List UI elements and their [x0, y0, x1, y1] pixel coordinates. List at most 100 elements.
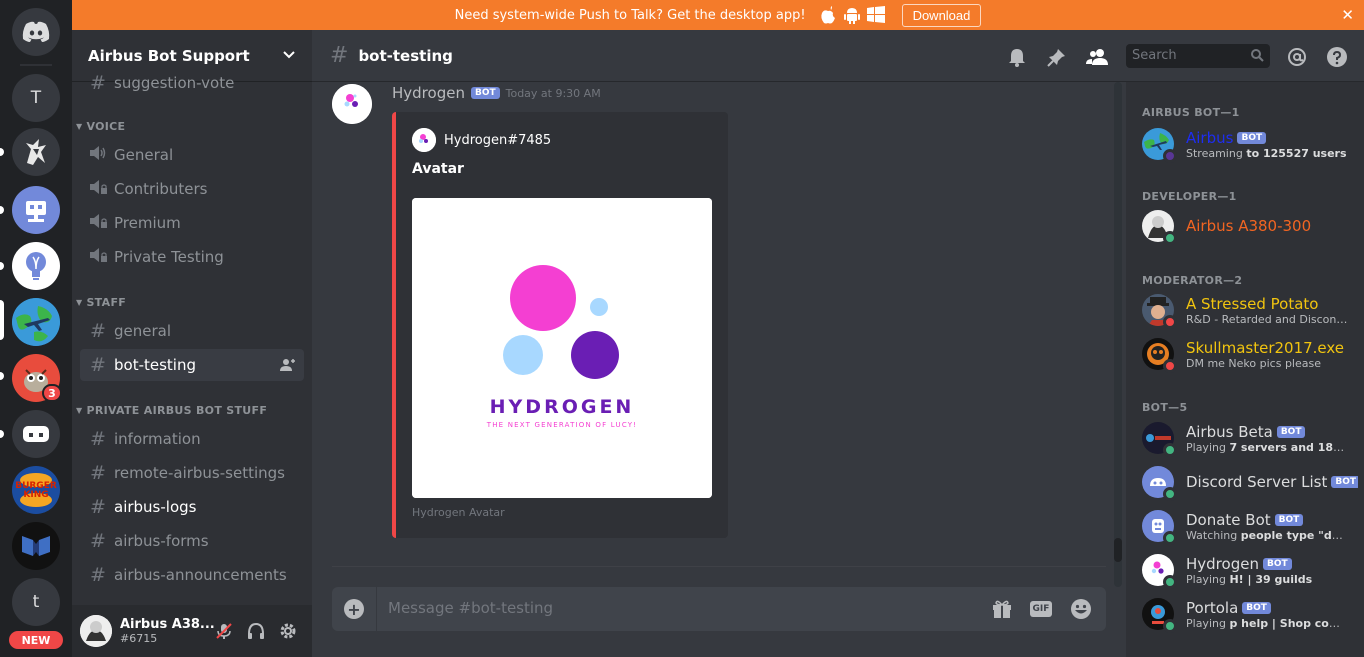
- channel-airbus-logs[interactable]: # airbus-logs: [80, 491, 304, 523]
- burger-king-logo-icon: BURGER KING: [15, 473, 57, 507]
- member-list-button[interactable]: [1086, 46, 1108, 68]
- bot-tag: BOT: [1276, 425, 1306, 438]
- members-icon: [1086, 49, 1108, 65]
- close-banner-icon[interactable]: ✕: [1341, 6, 1354, 24]
- server-dark[interactable]: [12, 522, 60, 570]
- member-portola[interactable]: PortolaBOT Playing p help | Shop coming …: [1142, 594, 1358, 634]
- member-avatar: [1142, 554, 1177, 589]
- member-name: Skullmaster2017.exe: [1186, 338, 1345, 357]
- activity-detail: H! | 39 guilds: [1229, 572, 1313, 586]
- bot-tag: BOT: [1237, 131, 1267, 144]
- channel-title: bot-testing: [358, 46, 453, 65]
- channel-information[interactable]: # information: [80, 423, 304, 455]
- member-hydrogen[interactable]: Hydrogen BOT Playing H! | 39 guilds: [1142, 550, 1358, 590]
- member-avatar: [1142, 466, 1177, 501]
- user-avatar[interactable]: [80, 615, 112, 647]
- server-robot[interactable]: [12, 186, 60, 234]
- unread-pill: [0, 148, 4, 156]
- mention-badge: 3: [42, 384, 62, 402]
- member-airbus[interactable]: Airbus BOT Streaming to 125527 users: [1142, 124, 1358, 164]
- gift-button[interactable]: [990, 597, 1014, 621]
- member-stressed-potato[interactable]: A Stressed Potato R&D - Retarded and Dis…: [1142, 290, 1358, 330]
- server-burger-king[interactable]: BURGER KING: [12, 466, 60, 514]
- bot-tag: BOT: [1274, 513, 1304, 526]
- search-input[interactable]: Search: [1126, 44, 1270, 68]
- hash-icon: #: [90, 564, 106, 586]
- server-peugeot[interactable]: [12, 128, 60, 176]
- embed-footer: Hydrogen Avatar: [412, 506, 505, 519]
- scrollbar-thumb[interactable]: [1114, 538, 1122, 562]
- message-divider: [332, 566, 1106, 567]
- status-online-indicator: [1163, 443, 1177, 457]
- category-voice[interactable]: ▼ VOICE: [76, 120, 125, 133]
- robot-icon: [26, 201, 46, 222]
- channel-label: airbus-forms: [114, 532, 209, 550]
- voice-channel-general[interactable]: General: [80, 139, 304, 171]
- member-skullmaster[interactable]: Skullmaster2017.exe DM me Neko pics plea…: [1142, 334, 1358, 374]
- status-online-indicator: [1163, 575, 1177, 589]
- channel-airbus-announcements[interactable]: # airbus-announcements: [80, 559, 304, 591]
- server-t2-label: t: [32, 592, 40, 612]
- category-label: PRIVATE AIRBUS BOT STUFF: [86, 404, 268, 417]
- channel-bot-testing[interactable]: # bot-testing: [80, 349, 304, 381]
- member-name: A Stressed Potato: [1186, 294, 1319, 313]
- user-name: Airbus A38...: [120, 617, 215, 632]
- category-private-airbus[interactable]: ▼ PRIVATE AIRBUS BOT STUFF: [76, 404, 267, 417]
- chevron-down-icon: [283, 51, 295, 59]
- server-t2[interactable]: t: [12, 578, 60, 626]
- user-tag: #6715: [120, 632, 158, 645]
- pinned-messages-button[interactable]: [1046, 46, 1068, 68]
- home-button[interactable]: [12, 8, 60, 56]
- message-scrollbar[interactable]: [1114, 82, 1122, 587]
- lion-logo-icon: [26, 139, 46, 165]
- download-button[interactable]: Download: [901, 3, 982, 27]
- server-bulb[interactable]: [12, 242, 60, 290]
- user-settings-button[interactable]: [276, 619, 300, 643]
- member-name: Hydrogen: [1186, 554, 1259, 573]
- search-icon: [1251, 49, 1264, 62]
- help-button[interactable]: [1326, 46, 1348, 68]
- mute-mic-button[interactable]: [212, 619, 236, 643]
- member-list: AIRBUS BOT—1 Airbus BOT Streaming to 1255…: [1126, 82, 1364, 657]
- hash-icon: #: [90, 530, 106, 552]
- channel-general[interactable]: # general: [80, 315, 304, 347]
- voice-channel-premium[interactable]: Premium: [80, 207, 304, 239]
- unread-pill: [0, 206, 4, 214]
- gamepad-icon: [23, 426, 49, 442]
- discord-logo-icon: [22, 21, 50, 42]
- emoji-button[interactable]: [1069, 597, 1093, 621]
- hash-icon: #: [90, 72, 106, 94]
- category-staff[interactable]: ▼ STAFF: [76, 296, 126, 309]
- member-avatar: [1142, 510, 1177, 545]
- voice-channel-contributers[interactable]: Contributers: [80, 173, 304, 205]
- server-game[interactable]: [12, 410, 60, 458]
- message-input[interactable]: Message #bot-testing: [388, 599, 553, 617]
- member-airbus-a380[interactable]: Airbus A380-300: [1142, 206, 1358, 246]
- channel-remote-airbus-settings[interactable]: # remote-airbus-settings: [80, 457, 304, 489]
- status-online-indicator: [1163, 231, 1177, 245]
- channel-list: # suggestion-vote ▼ VOICE General Contri…: [72, 70, 312, 605]
- message-avatar[interactable]: [332, 84, 372, 124]
- member-airbus-beta[interactable]: Airbus Beta BOT Playing 7 servers and 185…: [1142, 418, 1358, 458]
- add-member-icon[interactable]: [280, 357, 296, 373]
- gif-button[interactable]: GIF: [1030, 601, 1052, 617]
- message-author[interactable]: Hydrogen: [392, 84, 465, 102]
- unread-pill: [0, 372, 4, 380]
- channel-label: airbus-logs: [114, 498, 197, 516]
- server-t[interactable]: T: [12, 74, 60, 122]
- channel-suggestion-vote[interactable]: # suggestion-vote: [80, 70, 304, 99]
- status-streaming-indicator: [1163, 149, 1177, 163]
- mentions-button[interactable]: [1286, 46, 1308, 68]
- member-donate-bot[interactable]: Donate BotBOT Watching people type "dona…: [1142, 506, 1358, 546]
- member-discord-server-list[interactable]: Discord Server List BOT: [1142, 462, 1358, 502]
- channel-airbus-forms[interactable]: # airbus-forms: [80, 525, 304, 557]
- pin-icon: [1047, 49, 1065, 67]
- notification-bell-button[interactable]: [1006, 46, 1028, 68]
- upload-button[interactable]: +: [344, 599, 364, 619]
- server-airbus[interactable]: [12, 298, 60, 346]
- banner-logo-icon: [22, 536, 50, 556]
- voice-channel-private-testing[interactable]: Private Testing: [80, 241, 304, 273]
- embed-image[interactable]: HYDROGEN THE NEXT GENERATION OF LUCY!: [412, 198, 712, 498]
- deafen-button[interactable]: [244, 619, 268, 643]
- apple-icon: [817, 4, 839, 26]
